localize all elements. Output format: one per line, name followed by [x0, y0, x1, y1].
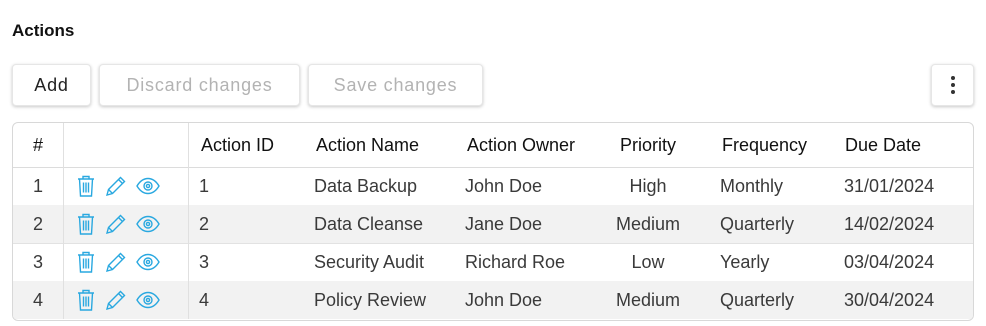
actions-table: # Action ID Action Name Action Owner Pri…: [12, 122, 974, 321]
eye-icon[interactable]: [136, 177, 160, 195]
cell-due-date: 03/04/2024: [844, 251, 935, 272]
cell-due-date: 14/02/2024: [844, 213, 935, 234]
pencil-icon[interactable]: [104, 250, 128, 274]
column-divider: [188, 167, 189, 205]
cell-action-name: Security Audit: [314, 251, 425, 272]
cell-action-owner: John Doe: [465, 175, 543, 196]
section-title: Actions: [12, 21, 75, 40]
cell-action-owner: John Doe: [465, 289, 543, 310]
save-changes-button[interactable]: Save changes: [308, 64, 483, 106]
pencil-icon[interactable]: [104, 174, 128, 198]
column-divider: [63, 205, 64, 243]
row-action-icons: [76, 167, 160, 205]
table-row[interactable]: 4 4 Policy Review John Doe Medium Quarte…: [13, 281, 973, 319]
pencil-icon[interactable]: [104, 212, 128, 236]
cell-due-date: 30/04/2024: [844, 289, 935, 310]
cell-frequency: Yearly: [720, 251, 770, 272]
column-divider: [188, 243, 189, 281]
header-priority[interactable]: Priority: [601, 123, 695, 167]
column-divider: [188, 123, 189, 167]
table-row[interactable]: 1 1 Data Backup John Doe High Monthly 31…: [13, 167, 973, 206]
cell-priority: Medium: [615, 289, 681, 310]
cell-frequency: Quarterly: [720, 289, 795, 310]
discard-changes-button[interactable]: Discard changes: [99, 64, 300, 106]
column-divider: [188, 281, 189, 319]
trash-icon[interactable]: [76, 250, 96, 274]
cell-action-name: Data Cleanse: [314, 213, 424, 234]
table-row[interactable]: 2 2 Data Cleanse Jane Doe Medium Quarter…: [13, 205, 973, 244]
cell-action-id: 1: [199, 175, 210, 196]
pencil-icon[interactable]: [104, 288, 128, 312]
column-divider: [63, 243, 64, 281]
cell-action-name: Data Backup: [314, 175, 418, 196]
add-button[interactable]: Add: [12, 64, 91, 106]
header-action-name[interactable]: Action Name: [316, 123, 419, 167]
cell-priority: High: [629, 175, 667, 196]
eye-icon[interactable]: [136, 291, 160, 309]
cell-priority: Low: [631, 251, 665, 272]
kebab-menu-icon: [950, 76, 955, 94]
header-index[interactable]: #: [13, 123, 63, 167]
row-action-icons: [76, 205, 160, 243]
row-action-icons: [76, 281, 160, 319]
cell-due-date: 31/01/2024: [844, 175, 935, 196]
table-row[interactable]: 3 3 Security Audit Richard Roe Low Yearl…: [13, 243, 973, 282]
header-due-date[interactable]: Due Date: [845, 123, 921, 167]
more-options-button[interactable]: [931, 64, 974, 106]
column-divider: [63, 167, 64, 205]
cell-action-owner: Jane Doe: [465, 213, 543, 234]
header-action-id[interactable]: Action ID: [201, 123, 274, 167]
cell-priority: Medium: [615, 213, 681, 234]
row-index: 2: [32, 213, 43, 234]
cell-frequency: Monthly: [720, 175, 784, 196]
table-header-row: # Action ID Action Name Action Owner Pri…: [13, 123, 973, 168]
eye-icon[interactable]: [136, 215, 160, 233]
column-divider: [63, 281, 64, 319]
header-row-actions: [64, 123, 188, 167]
trash-icon[interactable]: [76, 174, 96, 198]
cell-action-id: 2: [199, 213, 210, 234]
eye-icon[interactable]: [136, 253, 160, 271]
trash-icon[interactable]: [76, 212, 96, 236]
cell-action-id: 4: [199, 289, 210, 310]
header-frequency[interactable]: Frequency: [722, 123, 807, 167]
cell-frequency: Quarterly: [720, 213, 795, 234]
cell-action-id: 3: [199, 251, 210, 272]
cell-action-owner: Richard Roe: [465, 251, 566, 272]
trash-icon[interactable]: [76, 288, 96, 312]
column-divider: [188, 205, 189, 243]
header-action-owner[interactable]: Action Owner: [467, 123, 575, 167]
cell-action-name: Policy Review: [314, 289, 427, 310]
row-index: 4: [32, 289, 43, 310]
row-action-icons: [76, 243, 160, 281]
row-index: 1: [32, 175, 43, 196]
row-index: 3: [32, 251, 43, 272]
